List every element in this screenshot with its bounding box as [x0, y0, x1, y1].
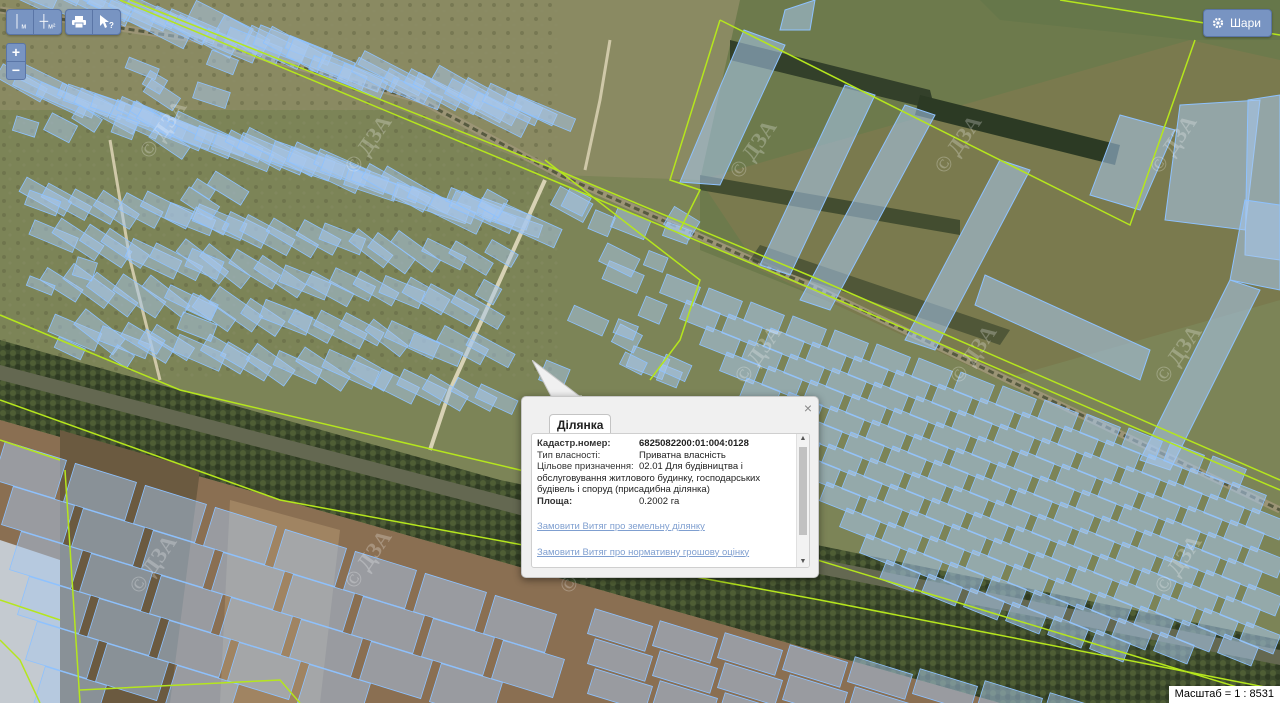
- tab-parcel[interactable]: Ділянка: [549, 414, 612, 434]
- zoom-in-button[interactable]: +: [7, 44, 25, 61]
- measure-area-button[interactable]: ┼м²: [34, 10, 61, 34]
- parcel-popup: × Ділянка Кадастр.номер: 6825082200:01:0…: [521, 396, 819, 578]
- field-label: Площа:: [537, 495, 573, 507]
- scroll-up-icon[interactable]: ▲: [797, 434, 809, 444]
- popup-pointer: [532, 360, 584, 399]
- field-label: Тип власності:: [537, 449, 601, 461]
- layers-button[interactable]: Шари: [1202, 9, 1272, 37]
- zoom-control: + −: [6, 43, 26, 80]
- field-value: 6825082200:01:004:0128: [639, 438, 749, 449]
- parcel-info-content: Кадастр.номер: 6825082200:01:004:0128 Ти…: [537, 438, 792, 558]
- purpose-continuation: обслуговування житлового будинку, господ…: [537, 472, 761, 496]
- zoom-out-button[interactable]: −: [7, 61, 25, 79]
- field-label: Цільове призначення:: [537, 461, 634, 472]
- field-area: Площа: 0.2002 га: [537, 496, 792, 508]
- satellite-map[interactable]: © ДЗА © ДЗА © ДЗА © ДЗА © ДЗА © ДЗА © ДЗ…: [0, 0, 1280, 703]
- layers-label: Шари: [1229, 16, 1261, 30]
- scroll-thumb[interactable]: [799, 447, 807, 535]
- field-cadastral-number: Кадастр.номер: 6825082200:01:004:0128: [537, 438, 792, 450]
- field-value: Приватна власність: [639, 449, 726, 461]
- popup-scrollbar[interactable]: ▲ ▼: [796, 434, 809, 567]
- field-purpose: Цільове призначення: 02.01 Для будівницт…: [537, 461, 792, 473]
- svg-text:?: ?: [109, 21, 114, 29]
- parcel-info-panel: Кадастр.номер: 6825082200:01:004:0128 Ти…: [531, 433, 810, 568]
- pointer-help-icon: ?: [99, 15, 114, 29]
- measure-toolbar: │м ┼м²: [6, 9, 62, 35]
- order-valuation-extract-link[interactable]: Замовити Витяг про нормативну грошову оц…: [537, 547, 792, 559]
- order-parcel-extract-link[interactable]: Замовити Витяг про земельну ділянку: [537, 521, 792, 533]
- area-icon: ┼м²: [39, 13, 56, 31]
- measure-distance-button[interactable]: │м: [7, 10, 34, 34]
- map-scale: Масштаб = 1 : 8531: [1168, 686, 1280, 703]
- print-button[interactable]: [66, 10, 93, 34]
- gear-icon: [1212, 17, 1224, 29]
- field-label: Кадастр.номер:: [537, 438, 611, 449]
- measure-group: │м ┼м²: [6, 9, 62, 35]
- scroll-down-icon[interactable]: ▼: [797, 557, 809, 567]
- ruler-icon: │м: [13, 13, 27, 31]
- field-ownership-type: Тип власності: Приватна власність: [537, 450, 792, 462]
- close-icon[interactable]: ×: [804, 400, 812, 416]
- identify-button[interactable]: ?: [93, 10, 120, 34]
- printer-icon: [72, 16, 86, 28]
- tools-group: ?: [65, 9, 121, 35]
- field-value: 02.01 Для будівництва і: [639, 461, 743, 472]
- tools-toolbar: ?: [65, 9, 121, 35]
- field-value: 0.2002 га: [639, 495, 680, 507]
